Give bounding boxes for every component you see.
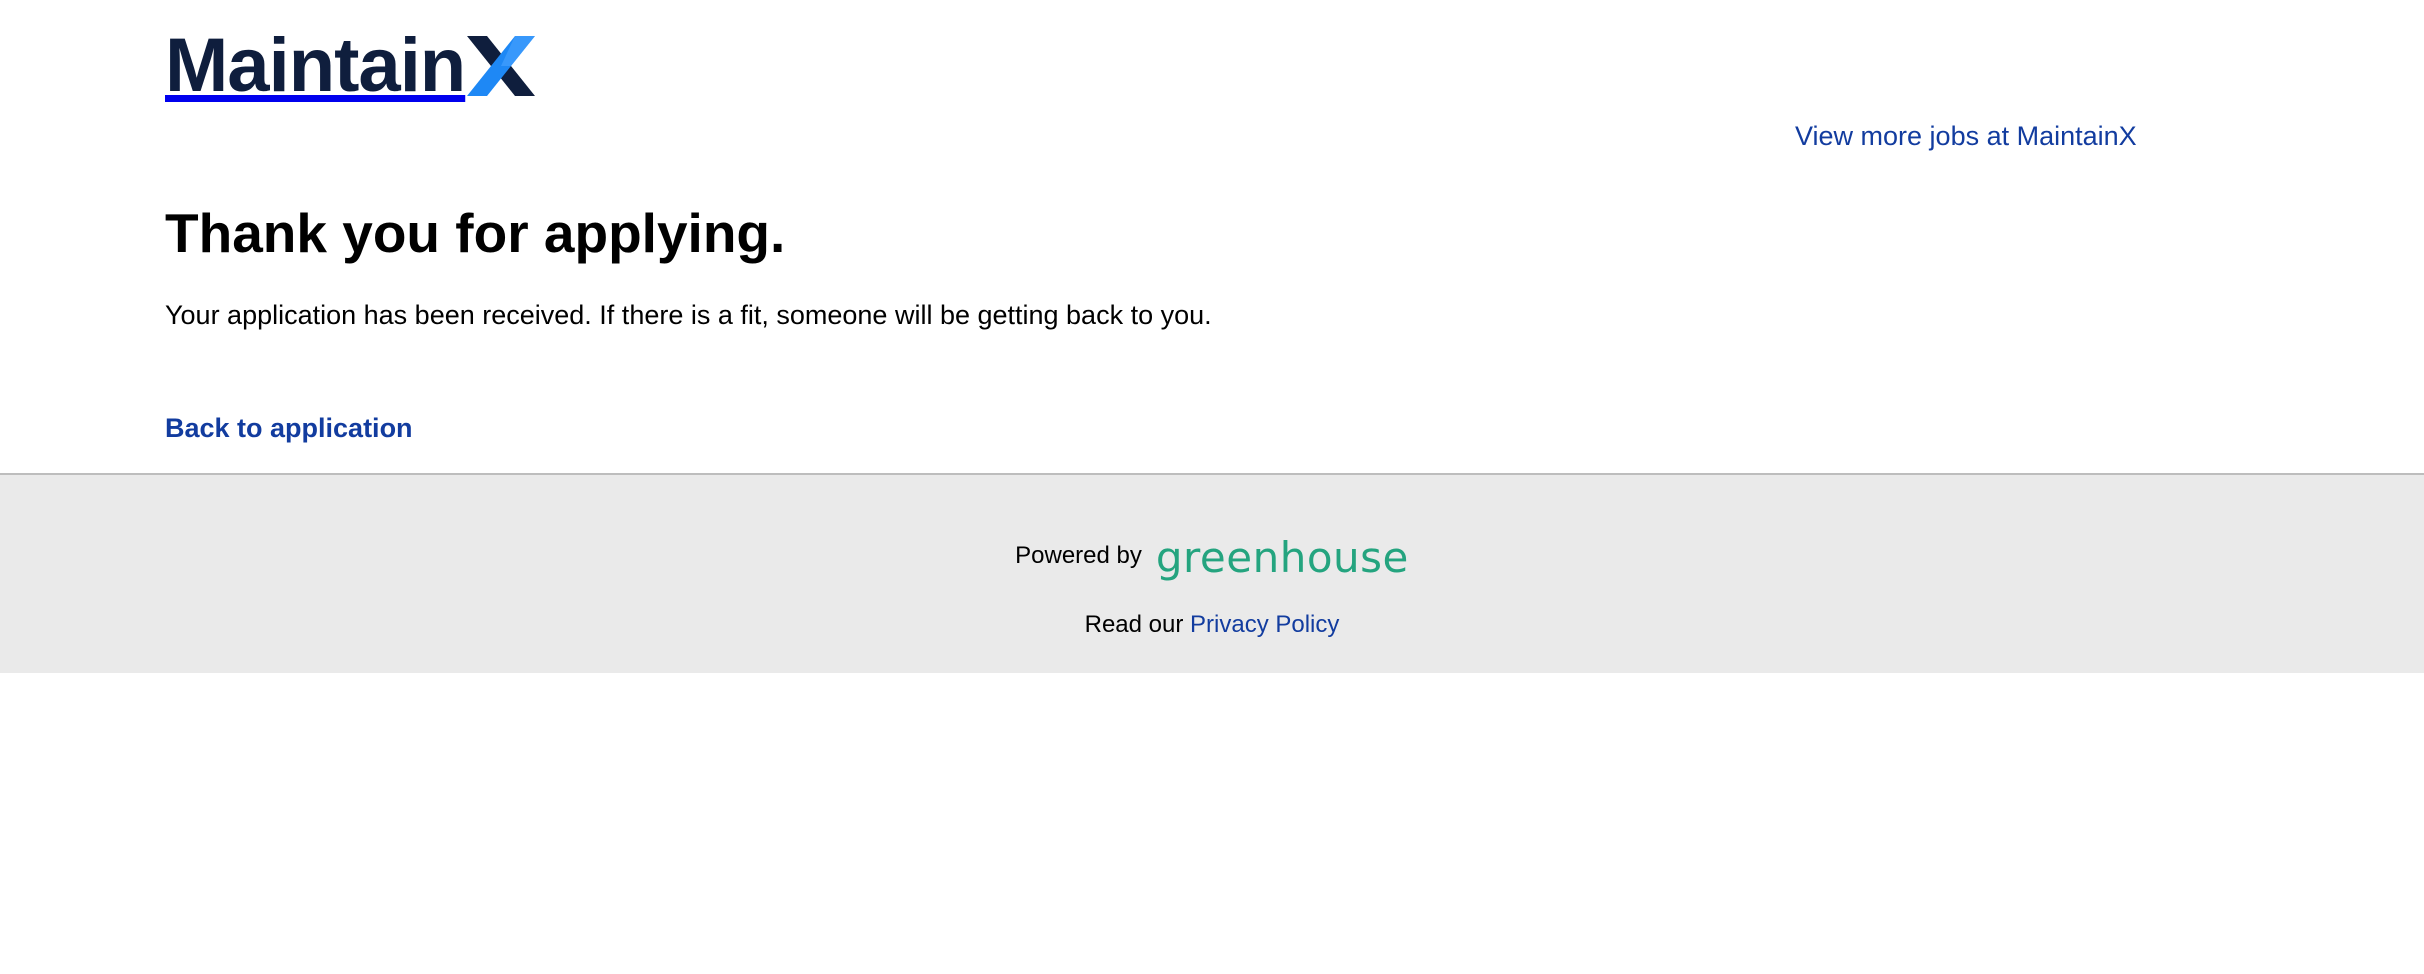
confirmation-message: Your application has been received. If t… [165, 300, 1212, 330]
privacy-line: Read our Privacy Policy [0, 609, 2424, 641]
page-title: Thank you for applying. [165, 202, 786, 264]
confirmation-page: Maintain View more jobs at MaintainX Tha… [0, 0, 2424, 974]
main-content: Maintain View more jobs at MaintainX Tha… [0, 0, 2424, 473]
read-our-label: Read our [1084, 611, 1191, 638]
maintainx-logo[interactable]: Maintain [165, 23, 536, 108]
powered-by-label: Powered by [1015, 542, 1142, 569]
greenhouse-logo[interactable]: greenhouse [1156, 535, 1409, 581]
view-more-jobs-link[interactable]: View more jobs at MaintainX [1795, 121, 2137, 152]
footer: Powered by greenhouse Read our Privacy P… [0, 473, 2424, 673]
powered-by: Powered by greenhouse [0, 533, 2424, 581]
privacy-policy-link[interactable]: Privacy Policy [1190, 611, 1339, 638]
logo-x-icon [467, 36, 536, 96]
logo-wordmark: Maintain [165, 23, 466, 108]
back-to-application-link[interactable]: Back to application [165, 413, 413, 444]
